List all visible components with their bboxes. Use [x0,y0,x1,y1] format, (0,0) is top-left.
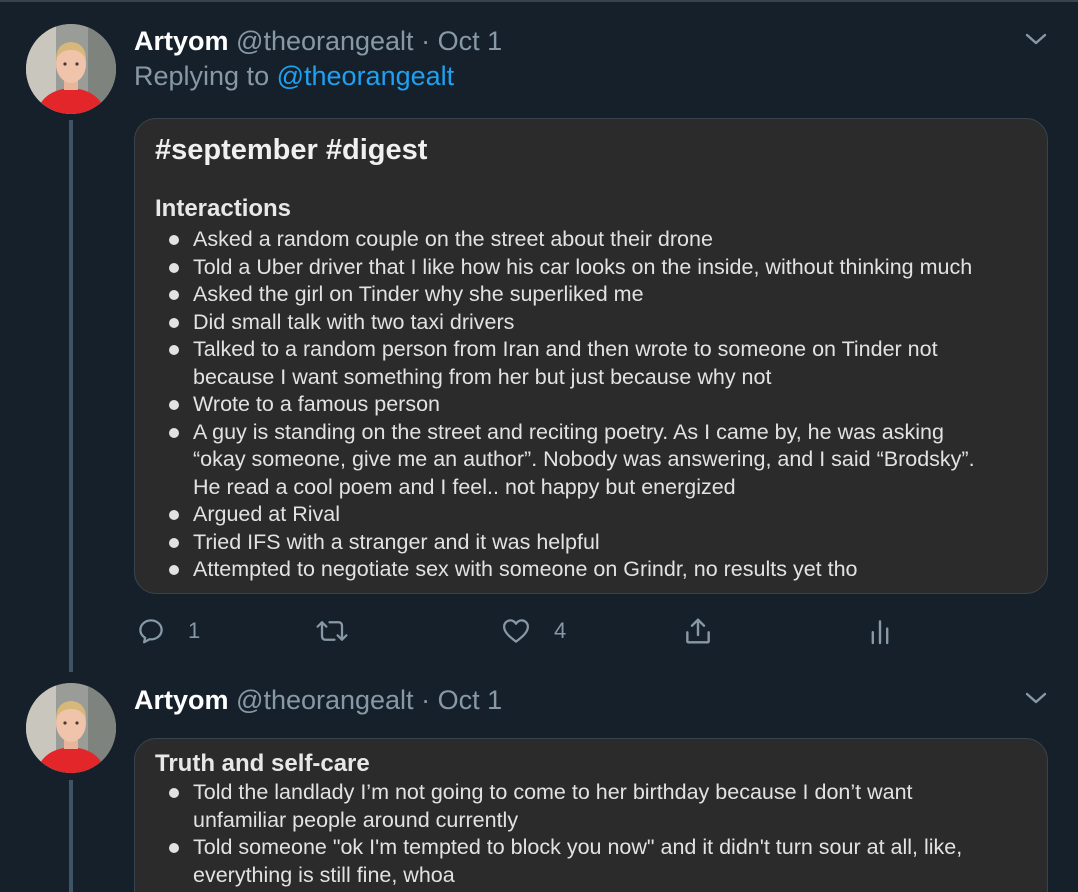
tweet-date[interactable]: Oct 1 [438,26,503,56]
share-button[interactable] [682,614,714,648]
list-item: Told the landlady I’m not going to come … [135,779,962,834]
tweet-header: Artyom @theorangealt · Oct 1 [134,24,502,58]
list-item: Argued at Rival [135,501,975,529]
list-item: Attempted to negotiate sex with someone … [135,556,975,584]
list-item: Asked a random couple on the street abou… [135,226,975,254]
header-separator: · [421,26,431,56]
list-item: Told someone "ok I'm tempted to block yo… [135,834,962,889]
retweet-icon [316,621,348,641]
tweet-image[interactable]: Truth and self-care Told the landlady I’… [134,738,1048,892]
author-handle[interactable]: @theorangealt [236,26,414,56]
list-item: A guy is standing on the street and reci… [135,419,975,502]
chevron-down-icon[interactable] [1024,690,1048,706]
timeline: Artyom @theorangealt · Oct 1 Replying to… [0,0,1078,892]
retweet-button[interactable] [314,614,350,648]
author-name[interactable]: Artyom [134,685,229,715]
header-separator: · [421,685,431,715]
reply-icon [139,619,163,644]
like-count: 4 [554,618,567,643]
like-icon [503,619,529,643]
list-item: Asked the girl on Tinder why she superli… [135,281,975,309]
author-name[interactable]: Artyom [134,26,229,56]
tweet-actions: 1 4 [134,614,1048,648]
list-item: Did small talk with two taxi drivers [135,309,975,337]
analytics-icon [871,620,889,645]
note-title: #september #digest [155,134,428,166]
author-handle[interactable]: @theorangealt [236,685,414,715]
thread-line [69,120,73,672]
note-heading: Interactions [155,195,292,222]
analytics-button[interactable] [868,614,892,648]
tweet-image[interactable]: #september #digest Interactions Asked a … [134,118,1048,594]
note-heading: Truth and self-care [155,750,370,777]
avatar[interactable] [26,683,116,773]
reply-button[interactable]: 1 [136,614,200,648]
tweet-date[interactable]: Oct 1 [438,685,503,715]
chevron-down-icon[interactable] [1024,31,1048,47]
thread-line [69,780,73,892]
replying-to-mention[interactable]: @theorangealt [277,61,455,91]
list-item: Tried IFS with a stranger and it was hel… [135,529,975,557]
list-item: Wrote to a famous person [135,391,975,419]
replying-to-line: Replying to @theorangealt [134,59,454,93]
list-item: Talked to a random person from Iran and … [135,336,975,391]
tweet-header: Artyom @theorangealt · Oct 1 [134,683,502,717]
list-item: Told a Uber driver that I like how his c… [135,254,975,282]
note-list: Told the landlady I’m not going to come … [135,779,962,889]
share-icon [686,618,710,644]
replying-to-prefix: Replying to [134,61,270,91]
like-button[interactable]: 4 [500,614,566,648]
note-list: Asked a random couple on the street abou… [135,226,975,584]
reply-count: 1 [188,618,201,643]
avatar[interactable] [26,24,116,114]
